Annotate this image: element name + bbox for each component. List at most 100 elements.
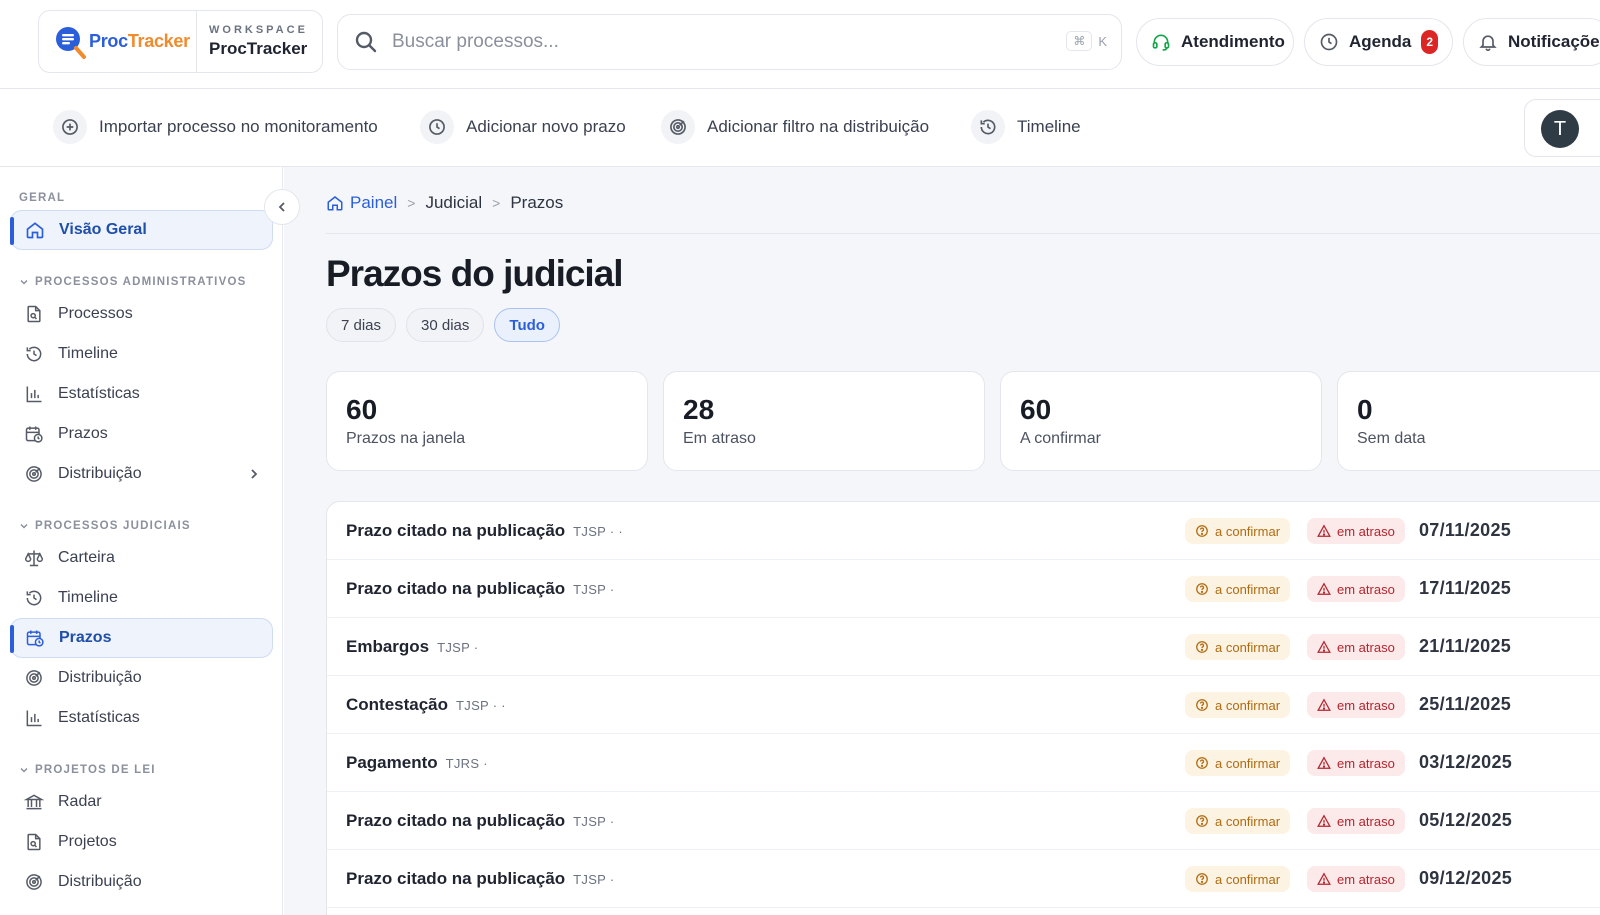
stat-card-a-confirmar: 60 A confirmar bbox=[1000, 371, 1322, 471]
stat-value: 28 bbox=[683, 394, 715, 425]
stat-label: Em atraso bbox=[683, 430, 756, 447]
deadlines-list: Prazo citado na publicação TJSP · · a con… bbox=[326, 501, 1600, 915]
sidebar-item-timeline-judicial[interactable]: Timeline bbox=[10, 578, 273, 618]
period-filters: 7 dias 30 dias Tudo bbox=[326, 308, 560, 342]
filter-tudo[interactable]: Tudo bbox=[494, 308, 560, 342]
confirm-text: a confirmar bbox=[1215, 755, 1281, 771]
late-badge: em atraso bbox=[1307, 576, 1405, 602]
list-item[interactable]: Embargos TJSP · a confirmar em atraso 21/… bbox=[327, 618, 1600, 676]
filter-30-dias[interactable]: 30 dias bbox=[406, 308, 485, 342]
bar-chart-icon bbox=[26, 710, 42, 727]
app-logo: ProcTracker bbox=[39, 11, 197, 72]
court-label: TJSP · bbox=[573, 872, 615, 887]
sidebar-item-distribuicao-admin[interactable]: Distribuição bbox=[10, 454, 273, 494]
workspace-info: WORKSPACE ProcTracker bbox=[197, 24, 308, 59]
search-bar[interactable]: ⌘ K bbox=[337, 14, 1122, 70]
collapse-sidebar-button[interactable] bbox=[264, 189, 300, 225]
court-label: TJSP · · bbox=[456, 698, 506, 713]
chevron-left-icon bbox=[278, 202, 285, 212]
add-deadline-action[interactable]: Adicionar novo prazo bbox=[420, 109, 626, 145]
shortcut-key: K bbox=[1098, 33, 1107, 49]
list-item[interactable]: Contestação TJSP · · a confirmar em atras… bbox=[327, 676, 1600, 734]
user-menu[interactable]: T bbox=[1524, 99, 1600, 157]
late-text: em atraso bbox=[1337, 697, 1395, 713]
deadline-title: Embargos bbox=[346, 637, 430, 656]
confirm-badge: a confirmar bbox=[1185, 634, 1291, 660]
sidebar-item-prazos-judicial[interactable]: Prazos bbox=[10, 618, 273, 658]
stat-card-prazos-janela: 60 Prazos na janela bbox=[326, 371, 648, 471]
sidebar-item-distribuicao-judicial[interactable]: Distribuição bbox=[10, 658, 273, 698]
atendimento-button[interactable]: Atendimento bbox=[1136, 18, 1294, 66]
sidebar-item-radar[interactable]: Radar bbox=[10, 782, 273, 822]
atendimento-label: Atendimento bbox=[1181, 32, 1285, 51]
deadline-date: 03/12/2025 bbox=[1419, 752, 1513, 772]
target-icon bbox=[26, 670, 42, 686]
late-badge: em atraso bbox=[1307, 808, 1405, 834]
notifications-button[interactable]: Notificações bbox=[1463, 18, 1600, 66]
confirm-badge: a confirmar bbox=[1185, 866, 1291, 892]
agenda-count-badge: 2 bbox=[1421, 30, 1438, 54]
breadcrumb-home[interactable]: Painel bbox=[326, 193, 397, 213]
timeline-action[interactable]: Timeline bbox=[971, 109, 1081, 145]
filter-7-dias[interactable]: 7 dias bbox=[326, 308, 397, 342]
deadline-date: 07/11/2025 bbox=[1419, 520, 1512, 540]
list-item[interactable]: Prazo citado na publicação TJSP · a confi… bbox=[327, 792, 1600, 850]
list-item[interactable]: Prazo citado na publicação TJSP · a confi… bbox=[327, 850, 1600, 908]
history-icon bbox=[26, 590, 42, 606]
warning-triangle-icon bbox=[1317, 582, 1331, 595]
stat-card-em-atraso: 28 Em atraso bbox=[663, 371, 985, 471]
chevron-right-icon[interactable] bbox=[247, 467, 261, 481]
list-item[interactable]: Pagamento TJRS · a confirmar em atraso 03… bbox=[327, 734, 1600, 792]
add-filter-action[interactable]: Adicionar filtro na distribuição bbox=[661, 109, 929, 145]
agenda-button[interactable]: Agenda 2 bbox=[1304, 18, 1453, 66]
sidebar-item-distribuicao-lei[interactable]: Distribuição bbox=[10, 862, 273, 902]
late-text: em atraso bbox=[1337, 755, 1395, 771]
add-deadline-label: Adicionar novo prazo bbox=[466, 117, 626, 136]
confirm-text: a confirmar bbox=[1215, 639, 1281, 655]
sidebar-item-prazos-admin[interactable]: Prazos bbox=[10, 414, 273, 454]
late-badge: em atraso bbox=[1307, 750, 1405, 776]
sidebar-item-estatisticas-judicial[interactable]: Estatísticas bbox=[10, 698, 273, 738]
section-label-geral: GERAL bbox=[19, 192, 66, 204]
breadcrumb-judicial[interactable]: Judicial bbox=[425, 193, 482, 213]
list-item[interactable]: Prazo citado na publicação TJSP · a confi… bbox=[327, 560, 1600, 618]
warning-triangle-icon bbox=[1317, 640, 1331, 653]
section-label-text: PROJETOS DE LEI bbox=[35, 764, 156, 776]
breadcrumb-separator: > bbox=[492, 195, 501, 211]
sidebar-item-processos[interactable]: Processos bbox=[10, 294, 273, 334]
sidebar-item-label: Projetos bbox=[58, 833, 117, 850]
home-icon bbox=[26, 222, 44, 239]
stat-value: 60 bbox=[1020, 394, 1052, 425]
court-label: TJSP · · bbox=[573, 524, 624, 539]
sidebar-item-projetos[interactable]: Projetos bbox=[10, 822, 273, 862]
sidebar-item-timeline-admin[interactable]: Timeline bbox=[10, 334, 273, 374]
headset-icon bbox=[1152, 34, 1170, 51]
logo-icon bbox=[56, 26, 86, 59]
warning-triangle-icon bbox=[1317, 814, 1331, 827]
avatar[interactable]: T bbox=[1541, 110, 1579, 148]
command-key-icon: ⌘ bbox=[1066, 31, 1093, 51]
file-search-icon bbox=[27, 833, 41, 851]
file-search-icon bbox=[27, 305, 41, 323]
section-label-lei[interactable]: PROJETOS DE LEI bbox=[19, 764, 156, 776]
section-label-judicial[interactable]: PROCESSOS JUDICIAIS bbox=[19, 520, 191, 532]
stat-label: Sem data bbox=[1357, 430, 1426, 447]
workspace-switcher[interactable]: ProcTracker WORKSPACE ProcTracker bbox=[38, 10, 323, 73]
deadline-title: Prazo citado na publicação bbox=[346, 579, 566, 598]
breadcrumb-separator: > bbox=[407, 195, 416, 211]
question-circle-icon bbox=[1196, 873, 1208, 885]
sidebar-item-estatisticas-admin[interactable]: Estatísticas bbox=[10, 374, 273, 414]
list-item[interactable]: Prazo citado na publicação TJSP · · a con… bbox=[327, 502, 1600, 560]
section-label-admin[interactable]: PROCESSOS ADMINISTRATIVOS bbox=[19, 276, 246, 288]
confirm-badge: a confirmar bbox=[1185, 692, 1291, 718]
confirm-text: a confirmar bbox=[1215, 813, 1281, 829]
notifications-label: Notificações bbox=[1508, 32, 1600, 51]
import-process-action[interactable]: Importar processo no monitoramento bbox=[53, 109, 378, 145]
stat-value: 0 bbox=[1357, 394, 1373, 425]
search-input[interactable] bbox=[392, 31, 1032, 53]
sidebar-item-carteira[interactable]: Carteira bbox=[10, 538, 273, 578]
section-label-text: PROCESSOS JUDICIAIS bbox=[35, 520, 191, 532]
late-text: em atraso bbox=[1337, 871, 1395, 887]
sidebar-item-visao-geral[interactable]: Visão Geral bbox=[10, 210, 273, 250]
stat-label: A confirmar bbox=[1020, 430, 1101, 447]
